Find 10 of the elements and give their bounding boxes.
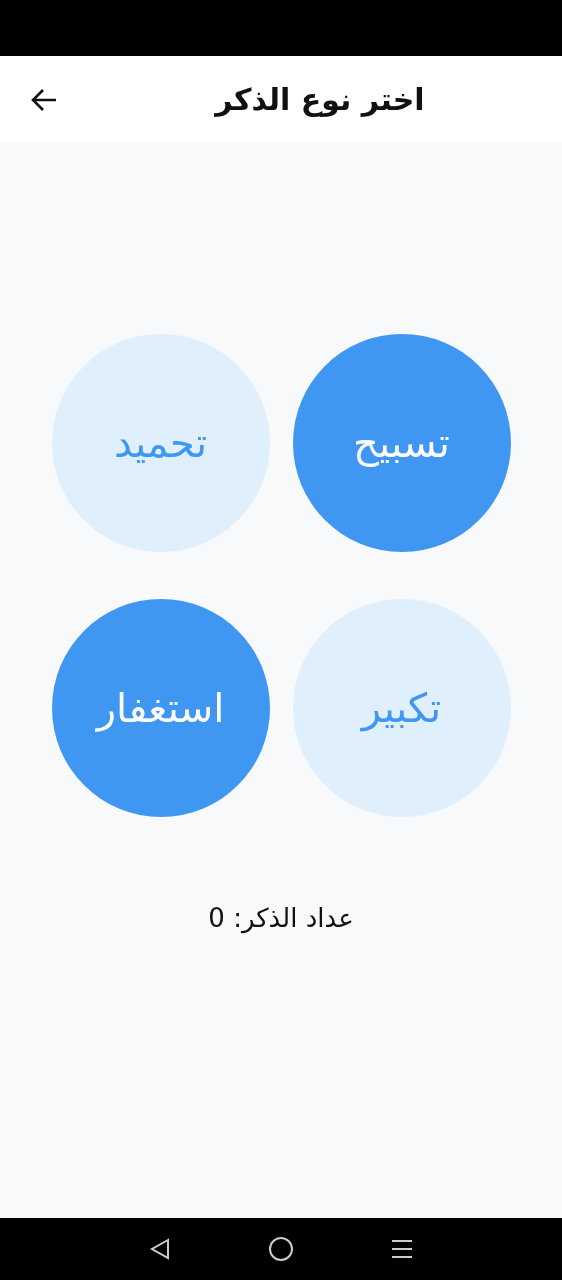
- counter-text: عداد الذكر: 0: [208, 903, 354, 933]
- home-icon[interactable]: [268, 1236, 294, 1262]
- back-arrow-icon[interactable]: [30, 87, 58, 112]
- menu-icon[interactable]: [391, 1238, 414, 1260]
- dhikr-button[interactable]: تحميد: [51, 334, 270, 552]
- dhikr-button[interactable]: استغفار: [51, 599, 270, 817]
- screen-title: اختر نوع الذكر: [213, 82, 426, 117]
- dhikr-button[interactable]: تكبير: [292, 599, 511, 817]
- dhikr-button[interactable]: تسبيح: [292, 334, 511, 552]
- back-icon[interactable]: [148, 1237, 171, 1261]
